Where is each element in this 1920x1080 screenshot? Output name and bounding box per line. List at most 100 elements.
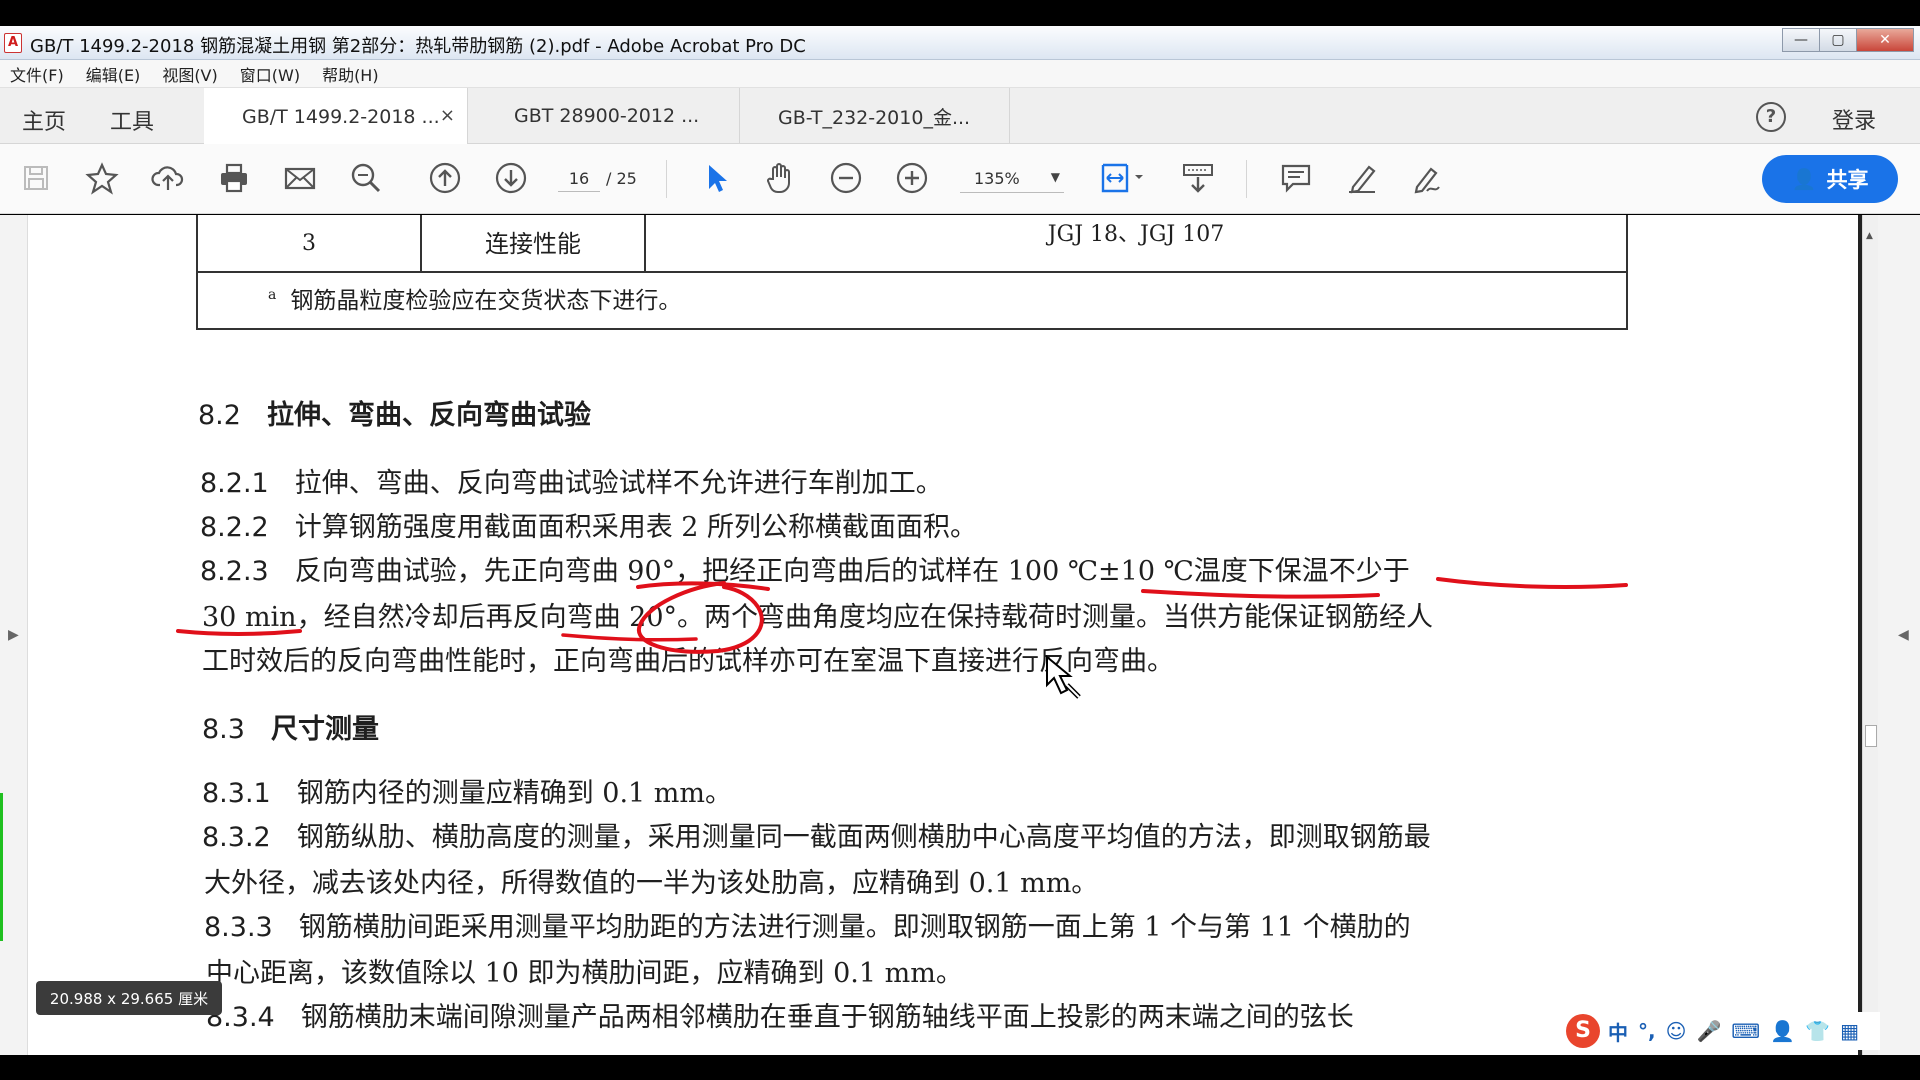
minimize-button[interactable]: — bbox=[1782, 28, 1820, 52]
mouse-cursor-icon bbox=[1045, 654, 1085, 705]
standards-table: 3 连接性能 JGJ 18、JGJ 107 a 钢筋晶粒度检验应在交货状态下进行。 bbox=[196, 215, 1628, 330]
heading-8-2: 8.2 拉伸、弯曲、反向弯曲试验 bbox=[198, 393, 591, 432]
clause-text: 反向弯曲试验，先正向弯曲 90°，把经正向弯曲后的试样在 100 ℃±10 ℃温… bbox=[294, 556, 1410, 587]
menu-view[interactable]: 视图(V) bbox=[162, 62, 217, 86]
clause-8-2-2: 8.2.2 计算钢筋强度用截面面积采用表 2 所列公称横截面面积。 bbox=[200, 505, 977, 544]
menu-window[interactable]: 窗口(W) bbox=[240, 62, 300, 86]
close-button[interactable]: ✕ bbox=[1856, 28, 1914, 52]
emoji-icon[interactable]: ☺ bbox=[1666, 1019, 1687, 1043]
clause-text: 钢筋纵肋、横肋高度的测量，采用测量同一截面两侧横肋中心高度平均值的方法，即测取钢… bbox=[296, 822, 1431, 853]
footnote-text: 钢筋晶粒度检验应在交货状态下进行。 bbox=[290, 288, 682, 314]
ime-mode[interactable]: 中 bbox=[1608, 1017, 1628, 1046]
clause-8-2-1: 8.2.1 拉伸、弯曲、反向弯曲试验试样不允许进行车削加工。 bbox=[200, 461, 943, 500]
clause-8-2-3-line3: 工时效后的反向弯曲性能时，正向弯曲后的试样亦可在室温下直接进行反向弯曲。 bbox=[202, 646, 1174, 677]
share-button[interactable]: 👤 共享 bbox=[1762, 155, 1898, 203]
section-number: 8.3 bbox=[202, 714, 245, 745]
maximize-button[interactable]: ▢ bbox=[1819, 28, 1857, 52]
scroll-indicator bbox=[0, 793, 3, 941]
window-title: GB/T 1499.2-2018 钢筋混凝土用钢 第2部分：热轧带肋钢筋 (2)… bbox=[30, 36, 806, 57]
clause-8-3-4: 8.3.4 钢筋横肋末端间隙测量产品两相邻横肋在垂直于钢筋轴线平面上投影的两末端之… bbox=[206, 995, 1354, 1034]
scroll-mode-icon[interactable] bbox=[1180, 160, 1216, 196]
expand-left-icon[interactable]: ▶ bbox=[8, 627, 19, 643]
clause-8-3-3-line2: 中心距离，该数值除以 10 即为横肋间距，应精确到 0.1 mm。 bbox=[206, 958, 963, 989]
user-icon[interactable]: 👤 bbox=[1770, 1019, 1795, 1043]
clause-number: 8.2.2 bbox=[200, 512, 269, 543]
page-size-indicator: 20.988 x 29.665 厘米 bbox=[36, 981, 222, 1015]
print-icon[interactable] bbox=[216, 160, 252, 196]
clause-text: 钢筋横肋末端间隙测量产品两相邻横肋在垂直于钢筋轴线平面上投影的两末端之间的弦长 bbox=[300, 1002, 1354, 1033]
microphone-icon[interactable]: 🎤 bbox=[1696, 1019, 1721, 1043]
clause-8-2-3-line2: 30 min，经自然冷却后再反向弯曲 20°。两个弯曲角度均应在保持载荷时测量。… bbox=[202, 602, 1434, 633]
clause-8-3-3: 8.3.3 钢筋横肋间距采用测量平均肋距的方法进行测量。即测取钢筋一面上第 1 个… bbox=[204, 905, 1411, 944]
fit-page-icon[interactable] bbox=[1098, 160, 1148, 196]
add-user-icon: 👤 bbox=[1791, 167, 1817, 191]
page-number-input[interactable] bbox=[558, 166, 600, 192]
clause-number: 8.3.3 bbox=[204, 912, 273, 943]
sogou-logo-icon[interactable]: S bbox=[1566, 1014, 1600, 1048]
chevron-down-icon: ▼ bbox=[1050, 170, 1060, 184]
vertical-scrollbar[interactable]: ▲ bbox=[1862, 215, 1878, 1055]
menu-edit[interactable]: 编辑(E) bbox=[86, 62, 141, 86]
clause-number: 8.2.3 bbox=[200, 556, 269, 587]
expand-right-icon[interactable]: ◀ bbox=[1898, 627, 1909, 643]
highlight-icon[interactable] bbox=[1344, 160, 1380, 196]
tab-doc-active[interactable]: GB/T 1499.2-2018 ... × bbox=[204, 88, 468, 145]
table-cell-standard: JGJ 18、JGJ 107 bbox=[1047, 222, 1225, 247]
skin-icon[interactable]: 👕 bbox=[1805, 1019, 1830, 1043]
table-row: 3 连接性能 JGJ 18、JGJ 107 bbox=[198, 215, 1626, 273]
menu-file[interactable]: 文件(F) bbox=[10, 62, 64, 86]
ime-toolbar: S 中 °, ☺ 🎤 ⌨ 👤 👕 ▦ bbox=[1560, 1012, 1880, 1050]
zoom-out-icon[interactable] bbox=[828, 160, 864, 196]
grid-menu-icon[interactable]: ▦ bbox=[1840, 1019, 1859, 1043]
clause-number: 8.3.1 bbox=[202, 778, 271, 809]
acrobat-icon: A bbox=[4, 33, 22, 53]
keyboard-icon[interactable]: ⌨ bbox=[1731, 1019, 1760, 1043]
tab-doc-label: GB-T_232-2010_金... bbox=[778, 106, 971, 129]
hand-icon[interactable] bbox=[762, 160, 798, 196]
upload-icon[interactable] bbox=[150, 160, 186, 196]
zoom-in-icon[interactable] bbox=[894, 160, 930, 196]
select-icon[interactable] bbox=[698, 160, 734, 196]
tab-doc-label: GBT 28900-2012 ... bbox=[514, 105, 700, 127]
page-down-icon[interactable] bbox=[493, 160, 529, 196]
screen-border bbox=[0, 1055, 1920, 1080]
tab-doc-2[interactable]: GBT 28900-2012 ... bbox=[468, 88, 740, 144]
tab-doc-3[interactable]: GB-T_232-2010_金... bbox=[740, 88, 1010, 144]
document-viewer: ▶ 3 连接性能 JGJ 18、JGJ 107 a 钢筋晶粒度检验应在交货状态下进… bbox=[0, 215, 1920, 1055]
ime-punct[interactable]: °, bbox=[1638, 1019, 1656, 1043]
scroll-up-icon[interactable]: ▲ bbox=[1866, 231, 1873, 241]
clause-8-3-1: 8.3.1 钢筋内径的测量应精确到 0.1 mm。 bbox=[202, 771, 732, 810]
sign-icon[interactable] bbox=[1410, 160, 1446, 196]
clause-8-2-3: 8.2.3 反向弯曲试验，先正向弯曲 90°，把经正向弯曲后的试样在 100 ℃±… bbox=[200, 549, 1410, 588]
clause-text: 拉伸、弯曲、反向弯曲试验试样不允许进行车削加工。 bbox=[294, 468, 943, 499]
toolbar: / 25 135% ▼ 👤 共享 bbox=[0, 144, 1920, 214]
table-footnote: a 钢筋晶粒度检验应在交货状态下进行。 bbox=[268, 281, 681, 315]
zoom-value: 135% bbox=[974, 169, 1020, 188]
window-controls: — ▢ ✕ bbox=[1782, 28, 1914, 52]
tab-doc-label: GB/T 1499.2-2018 ... bbox=[242, 105, 440, 128]
save-icon[interactable] bbox=[18, 160, 54, 196]
section-title: 拉伸、弯曲、反向弯曲试验 bbox=[266, 400, 591, 431]
pdf-page: 3 连接性能 JGJ 18、JGJ 107 a 钢筋晶粒度检验应在交货状态下进行。… bbox=[28, 215, 1860, 1055]
scrollbar-thumb[interactable] bbox=[1865, 725, 1877, 747]
tab-tools[interactable]: 工具 bbox=[110, 104, 154, 136]
help-icon[interactable]: ? bbox=[1756, 102, 1786, 132]
page-up-icon[interactable] bbox=[427, 160, 463, 196]
tab-bar: 主页 工具 GB/T 1499.2-2018 ... × GBT 28900-2… bbox=[0, 88, 1920, 145]
footnote-mark: a bbox=[268, 287, 277, 304]
menu-help[interactable]: 帮助(H) bbox=[322, 62, 379, 86]
tab-home[interactable]: 主页 bbox=[22, 104, 66, 136]
search-zoom-icon[interactable] bbox=[348, 160, 384, 196]
comment-icon[interactable] bbox=[1278, 160, 1314, 196]
login-link[interactable]: 登录 bbox=[1832, 103, 1876, 135]
zoom-select[interactable]: 135% ▼ bbox=[960, 165, 1064, 193]
clause-number: 8.3.2 bbox=[202, 822, 271, 853]
ink-underline bbox=[1436, 577, 1628, 589]
mail-icon[interactable] bbox=[282, 160, 318, 196]
tab-close-icon[interactable]: × bbox=[440, 105, 455, 126]
clause-number: 8.2.1 bbox=[200, 468, 269, 499]
star-icon[interactable] bbox=[84, 160, 120, 196]
title-bar: A GB/T 1499.2-2018 钢筋混凝土用钢 第2部分：热轧带肋钢筋 (… bbox=[0, 26, 1920, 60]
menu-bar: 文件(F) 编辑(E) 视图(V) 窗口(W) 帮助(H) bbox=[0, 60, 1920, 88]
toolbar-divider bbox=[1246, 160, 1247, 198]
